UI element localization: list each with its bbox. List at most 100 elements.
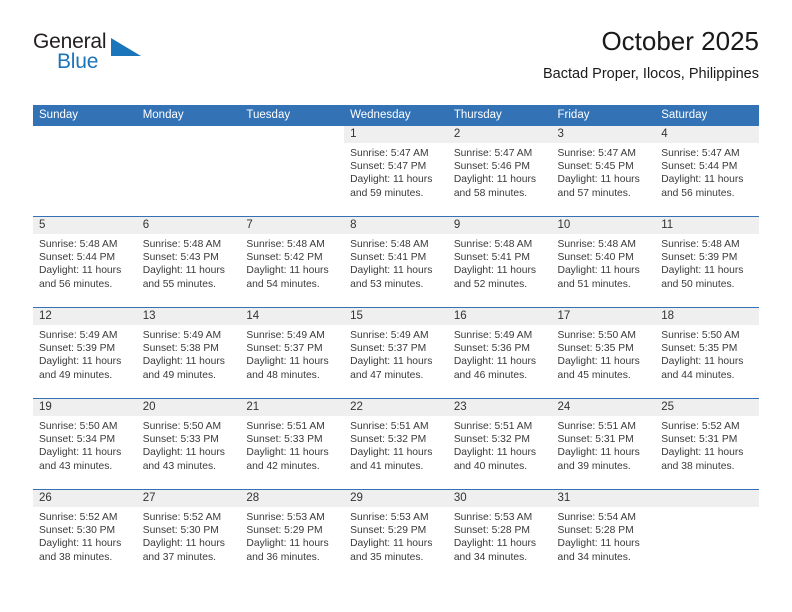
page-subtitle: Bactad Proper, Ilocos, Philippines (542, 66, 759, 82)
calendar-day-cell[interactable]: 22 Sunrise: 5:51 AM Sunset: 5:32 PM Dayligh… (344, 398, 448, 490)
day-detail-line: Sunrise: 5:48 AM (453, 239, 533, 250)
calendar-day-cell[interactable]: 24 Sunrise: 5:51 AM Sunset: 5:31 PM Dayligh… (551, 398, 656, 490)
calendar-day-cell[interactable]: 31 Sunrise: 5:54 AM Sunset: 5:28 PM Dayligh… (551, 489, 656, 580)
calendar-day-cell[interactable]: 3 Sunrise: 5:47 AM Sunset: 5:45 PM Daylight… (551, 126, 656, 217)
day-detail-line: and 51 minutes. (557, 278, 631, 290)
day-cell-inner: 6 Sunrise: 5:48 AM Sunset: 5:43 PM Daylight… (136, 217, 241, 307)
day-number: 19 (33, 399, 137, 416)
day-cell-inner: 19 Sunrise: 5:50 AM Sunset: 5:34 PM Dayligh… (33, 399, 137, 489)
day-cell-inner: 7 Sunrise: 5:48 AM Sunset: 5:42 PM Daylight… (240, 217, 345, 307)
day-detail-line: Sunset: 5:38 PM (142, 343, 219, 355)
day-detail-line: Sunset: 5:44 PM (39, 252, 116, 264)
calendar-day-cell[interactable]: 18 Sunrise: 5:50 AM Sunset: 5:35 PM Dayligh… (655, 307, 759, 399)
calendar-day-cell[interactable]: 30 Sunrise: 5:53 AM Sunset: 5:28 PM Dayligh… (447, 489, 552, 580)
day-detail-line: and 38 minutes. (39, 551, 113, 563)
calendar-day-cell[interactable]: 17 Sunrise: 5:50 AM Sunset: 5:35 PM Dayligh… (551, 307, 656, 399)
calendar-day-cell[interactable]: 21 Sunrise: 5:51 AM Sunset: 5:33 PM Dayligh… (240, 398, 345, 490)
calendar-day-cell[interactable]: 1 Sunrise: 5:47 AM Sunset: 5:47 PM Daylight… (344, 126, 448, 217)
calendar-day-cell[interactable]: 15 Sunrise: 5:49 AM Sunset: 5:37 PM Dayligh… (344, 307, 448, 399)
day-cell-inner: 27 Sunrise: 5:52 AM Sunset: 5:30 PM Dayligh… (136, 490, 241, 580)
day-detail-line: Sunset: 5:30 PM (142, 525, 219, 537)
day-cell-inner: 12 Sunrise: 5:49 AM Sunset: 5:39 PM Dayligh… (33, 308, 137, 398)
day-detail-line: Daylight: 11 hours (557, 447, 640, 459)
weekday-header-tuesday: Tuesday (240, 105, 345, 126)
day-detail-line: Sunset: 5:41 PM (350, 252, 427, 264)
day-number: 13 (136, 308, 241, 325)
calendar-day-cell[interactable]: 6 Sunrise: 5:48 AM Sunset: 5:43 PM Daylight… (136, 216, 241, 308)
day-number: 2 (447, 126, 552, 143)
calendar-day-cell[interactable]: 13 Sunrise: 5:49 AM Sunset: 5:38 PM Dayligh… (136, 307, 241, 399)
calendar-day-cell[interactable]: 8 Sunrise: 5:48 AM Sunset: 5:41 PM Daylight… (344, 216, 448, 308)
day-detail-line: Sunrise: 5:47 AM (557, 148, 636, 159)
calendar-day-cell[interactable]: 7 Sunrise: 5:48 AM Sunset: 5:42 PM Daylight… (240, 216, 345, 308)
day-detail: Sunrise: 5:53 AM Sunset: 5:29 PM Daylight:… (240, 507, 344, 564)
general-blue-logo[interactable]: General Blue (33, 30, 163, 84)
day-detail-line: Daylight: 11 hours (350, 265, 433, 277)
weekday-header-saturday: Saturday (655, 105, 759, 126)
day-detail-line: and 57 minutes. (557, 187, 631, 199)
day-detail: Sunrise: 5:48 AM Sunset: 5:41 PM Daylight:… (344, 234, 448, 291)
day-detail-line: Sunrise: 5:48 AM (246, 239, 325, 250)
calendar-week-row: 1 Sunrise: 5:47 AM Sunset: 5:47 PM Daylight… (33, 126, 759, 217)
calendar-day-cell[interactable]: 16 Sunrise: 5:49 AM Sunset: 5:36 PM Dayligh… (447, 307, 552, 399)
day-number: 9 (447, 217, 552, 234)
day-detail-line: Sunset: 5:41 PM (453, 252, 530, 264)
weekday-header-thursday: Thursday (447, 105, 552, 126)
calendar-day-cell[interactable]: 5 Sunrise: 5:48 AM Sunset: 5:44 PM Daylight… (33, 216, 137, 308)
day-detail-line: Sunrise: 5:53 AM (350, 512, 429, 523)
day-detail-line: Sunset: 5:35 PM (557, 343, 634, 355)
day-detail: Sunrise: 5:53 AM Sunset: 5:29 PM Daylight:… (344, 507, 448, 564)
day-number: 16 (447, 308, 552, 325)
calendar-day-cell[interactable]: 9 Sunrise: 5:48 AM Sunset: 5:41 PM Daylight… (447, 216, 552, 308)
day-detail-line: Sunrise: 5:47 AM (661, 148, 740, 159)
calendar-day-cell[interactable]: 23 Sunrise: 5:51 AM Sunset: 5:32 PM Dayligh… (447, 398, 552, 490)
day-detail-line: and 43 minutes. (142, 460, 216, 472)
day-detail-line: Sunset: 5:39 PM (39, 343, 116, 355)
day-detail-line: Sunrise: 5:49 AM (39, 330, 118, 341)
day-detail-line: Sunrise: 5:52 AM (39, 512, 118, 523)
day-cell-inner: 28 Sunrise: 5:53 AM Sunset: 5:29 PM Dayligh… (240, 490, 345, 580)
day-detail: Sunrise: 5:51 AM Sunset: 5:31 PM Daylight:… (552, 416, 656, 473)
day-detail-line: Sunrise: 5:48 AM (350, 239, 429, 250)
weekday-header-wednesday: Wednesday (344, 105, 448, 126)
day-cell-inner: 15 Sunrise: 5:49 AM Sunset: 5:37 PM Dayligh… (344, 308, 448, 398)
calendar-day-cell[interactable]: 28 Sunrise: 5:53 AM Sunset: 5:29 PM Dayligh… (240, 489, 345, 580)
calendar-day-cell[interactable]: 10 Sunrise: 5:48 AM Sunset: 5:40 PM Dayligh… (551, 216, 656, 308)
day-number (136, 126, 241, 143)
calendar-day-cell[interactable]: 14 Sunrise: 5:49 AM Sunset: 5:37 PM Dayligh… (240, 307, 345, 399)
day-cell-inner: 13 Sunrise: 5:49 AM Sunset: 5:38 PM Dayligh… (136, 308, 241, 398)
day-detail-line: and 56 minutes. (661, 187, 735, 199)
day-detail: Sunrise: 5:51 AM Sunset: 5:32 PM Daylight:… (344, 416, 448, 473)
day-number: 22 (344, 399, 448, 416)
day-detail-line: Sunrise: 5:48 AM (661, 239, 740, 250)
calendar-day-cell[interactable]: 26 Sunrise: 5:52 AM Sunset: 5:30 PM Dayligh… (33, 489, 137, 580)
day-number: 25 (655, 399, 759, 416)
day-detail-line: Sunrise: 5:50 AM (142, 421, 222, 432)
day-detail-line: Sunset: 5:29 PM (350, 525, 427, 537)
day-detail: Sunrise: 5:48 AM Sunset: 5:42 PM Daylight:… (240, 234, 344, 291)
day-detail-line: Sunrise: 5:52 AM (142, 512, 222, 523)
calendar-day-cell[interactable]: 27 Sunrise: 5:52 AM Sunset: 5:30 PM Dayligh… (136, 489, 241, 580)
day-cell-inner (136, 126, 241, 216)
calendar-day-cell[interactable]: 4 Sunrise: 5:47 AM Sunset: 5:44 PM Daylight… (655, 126, 759, 217)
day-detail-line: and 48 minutes. (246, 369, 320, 381)
day-cell-inner: 10 Sunrise: 5:48 AM Sunset: 5:40 PM Dayligh… (551, 217, 656, 307)
day-detail-line: Sunset: 5:32 PM (350, 434, 427, 446)
calendar-day-cell[interactable]: 11 Sunrise: 5:48 AM Sunset: 5:39 PM Dayligh… (655, 216, 759, 308)
calendar-day-cell[interactable]: 25 Sunrise: 5:52 AM Sunset: 5:31 PM Dayligh… (655, 398, 759, 490)
day-detail: Sunrise: 5:52 AM Sunset: 5:30 PM Daylight:… (137, 507, 241, 564)
calendar-table: Sunday Monday Tuesday Wednesday Thursday Frid… (33, 105, 759, 580)
day-detail: Sunrise: 5:48 AM Sunset: 5:39 PM Daylight:… (655, 234, 759, 291)
calendar-day-cell[interactable]: 2 Sunrise: 5:47 AM Sunset: 5:46 PM Daylight… (447, 126, 552, 217)
calendar-day-cell[interactable]: 29 Sunrise: 5:53 AM Sunset: 5:29 PM Dayligh… (344, 489, 448, 580)
day-detail-line: and 49 minutes. (142, 369, 216, 381)
day-cell-inner: 2 Sunrise: 5:47 AM Sunset: 5:46 PM Daylight… (447, 126, 552, 216)
calendar-day-cell[interactable]: 12 Sunrise: 5:49 AM Sunset: 5:39 PM Dayligh… (33, 307, 137, 399)
day-detail-line: and 36 minutes. (246, 551, 320, 563)
calendar-day-cell[interactable]: 20 Sunrise: 5:50 AM Sunset: 5:33 PM Dayligh… (136, 398, 241, 490)
day-detail-line: Sunrise: 5:51 AM (557, 421, 636, 432)
day-detail-line: and 56 minutes. (39, 278, 113, 290)
calendar-day-cell[interactable]: 19 Sunrise: 5:50 AM Sunset: 5:34 PM Dayligh… (33, 398, 137, 490)
day-detail-line: Sunrise: 5:48 AM (142, 239, 222, 250)
day-detail-line: Sunset: 5:33 PM (142, 434, 219, 446)
